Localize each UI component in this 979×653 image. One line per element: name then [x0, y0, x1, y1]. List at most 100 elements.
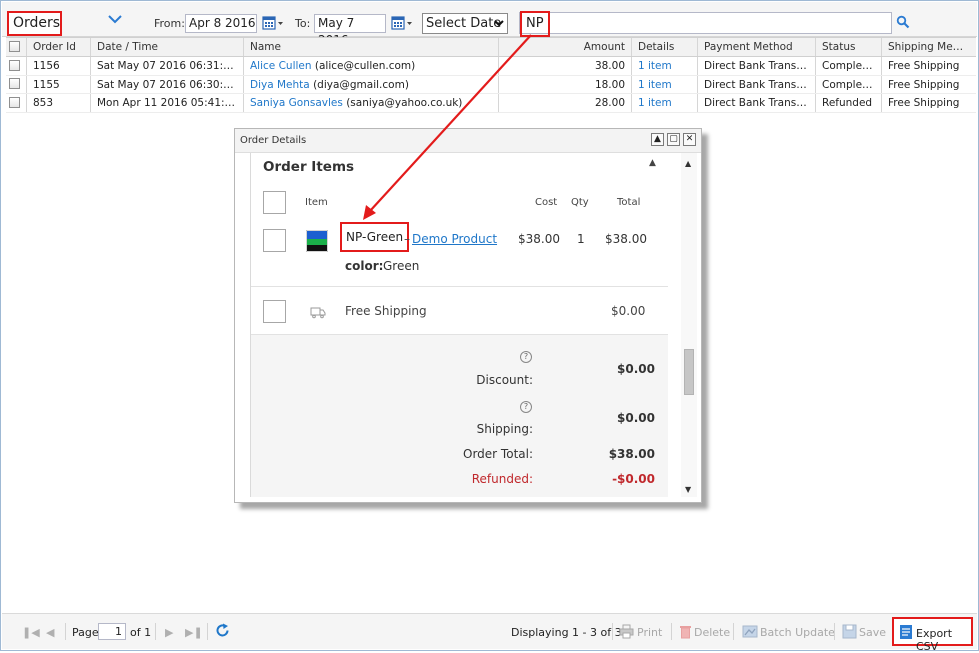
refresh-icon[interactable] — [215, 623, 230, 638]
orders-grid: Order Id Date / Time Name Amount Details… — [6, 37, 976, 113]
order-details-window: Order Details ▲ ▢ ✕ Order Items ▲ Item C… — [234, 128, 702, 503]
row-checkbox[interactable] — [6, 57, 27, 75]
table-row[interactable]: 853 Mon Apr 11 2016 05:41:59 ... Saniya … — [6, 94, 976, 113]
window-header[interactable]: Order Details ▲ ▢ ✕ — [235, 129, 701, 153]
refunded-value: -$0.00 — [612, 472, 655, 486]
col-shipping-method[interactable]: Shipping Met... — [882, 38, 970, 56]
table-row[interactable]: 1155 Sat May 07 2016 06:30:09 G... Diya … — [6, 75, 976, 94]
col-item: Item — [305, 197, 328, 208]
details-link[interactable]: 1 item — [638, 60, 672, 72]
shipping-row: Free Shipping $0.00 — [251, 287, 668, 335]
customer-link[interactable]: Alice Cullen — [250, 60, 312, 72]
item-qty: 1 — [577, 232, 585, 246]
last-page-icon[interactable]: ▶❚ — [185, 626, 203, 639]
page-number-input[interactable]: 1 — [98, 623, 126, 640]
col-date-time[interactable]: Date / Time — [91, 38, 244, 56]
to-label: To: — [295, 17, 311, 30]
separator — [733, 623, 734, 640]
close-window-icon[interactable]: ✕ — [683, 133, 696, 146]
col-cost: Cost — [535, 197, 558, 208]
shipping-checkbox[interactable] — [263, 300, 286, 323]
date-range-select[interactable]: Select Date — [422, 13, 508, 34]
print-icon[interactable] — [619, 624, 634, 639]
col-order-id[interactable]: Order Id — [27, 38, 91, 56]
col-qty: Qty — [571, 197, 589, 208]
order-details-body: Order Items ▲ Item Cost Qty Total NP-Gre… — [250, 153, 668, 497]
item-checkbox[interactable] — [263, 229, 286, 252]
displaying-count: Displaying 1 - 3 of 3 — [511, 626, 622, 639]
scroll-thumb[interactable] — [684, 349, 694, 395]
cell-order-id: 1155 — [27, 75, 91, 93]
trash-icon[interactable] — [679, 624, 692, 639]
from-date-field[interactable]: Apr 8 2016 — [185, 14, 257, 33]
scroll-down-icon[interactable]: ▼ — [685, 485, 691, 494]
customer-link[interactable]: Diya Mehta — [250, 79, 310, 91]
shipping-total-value: $0.00 — [617, 411, 655, 425]
cell-status: Completed — [816, 75, 882, 93]
product-thumbnail — [306, 230, 328, 252]
delete-button[interactable]: Delete — [694, 626, 730, 639]
shipping-total: $0.00 — [611, 304, 646, 318]
search-input[interactable]: NP — [519, 11, 892, 37]
item-meta-key: color: — [345, 259, 384, 273]
date-range-select-value: Select Date — [426, 16, 502, 31]
select-all-items-checkbox[interactable] — [263, 191, 286, 214]
table-row[interactable]: 1156 Sat May 07 2016 06:31:07 G... Alice… — [6, 57, 976, 76]
save-icon[interactable] — [842, 624, 857, 639]
discount-label: Discount: — [476, 373, 533, 387]
separator — [65, 623, 66, 640]
details-link[interactable]: 1 item — [638, 97, 672, 109]
col-amount[interactable]: Amount — [499, 38, 632, 56]
col-name[interactable]: Name — [244, 38, 499, 56]
to-date-field[interactable]: May 7 2016 — [314, 14, 386, 47]
print-button[interactable]: Print — [637, 626, 662, 639]
save-button[interactable]: Save — [859, 626, 886, 639]
batch-update-icon[interactable] — [742, 624, 758, 639]
select-all-checkbox[interactable] — [6, 38, 27, 56]
item-sku: NP-Green — [340, 222, 410, 252]
customer-link[interactable]: Saniya Gonsavles — [250, 97, 343, 109]
chevron-down-icon[interactable] — [106, 12, 124, 26]
select-caret-icon — [494, 20, 504, 27]
cell-name: Saniya Gonsavles (saniya@yahoo.co.uk) — [244, 94, 499, 112]
order-item-row: NP-Green – Demo Product $38.00 1 $38.00 … — [251, 221, 668, 287]
from-label: From: — [154, 17, 185, 30]
export-csv-button[interactable]: Export CSV — [892, 617, 973, 653]
item-separator: – — [404, 232, 410, 246]
details-link[interactable]: 1 item — [638, 79, 672, 91]
cell-name: Alice Cullen (alice@cullen.com) — [244, 57, 499, 75]
row-checkbox[interactable] — [6, 94, 27, 112]
calendar-from-icon[interactable] — [262, 14, 284, 32]
truck-icon — [310, 307, 326, 319]
customer-email: (saniya@yahoo.co.uk) — [346, 97, 463, 109]
cell-payment-method: Direct Bank Transfer — [698, 94, 816, 112]
row-checkbox[interactable] — [6, 75, 27, 93]
batch-update-button[interactable]: Batch Update — [760, 626, 835, 639]
cell-date-time: Sat May 07 2016 06:31:07 G... — [91, 57, 244, 75]
grid-header: Order Id Date / Time Name Amount Details… — [6, 37, 976, 57]
order-totals: ? Discount: $0.00 ? Shipping: $0.00 Orde… — [251, 335, 668, 497]
customer-email: (diya@gmail.com) — [313, 78, 409, 91]
cell-payment-method: Direct Bank Transfer — [698, 75, 816, 93]
collapse-window-icon[interactable]: ▲ — [651, 133, 664, 146]
col-payment-method[interactable]: Payment Method — [698, 38, 816, 56]
separator — [155, 623, 156, 640]
help-icon[interactable]: ? — [520, 401, 532, 413]
cell-name: Diya Mehta (diya@gmail.com) — [244, 75, 499, 93]
first-page-icon[interactable]: ❚◀ — [22, 626, 40, 639]
prev-page-icon[interactable]: ◀ — [46, 626, 54, 639]
next-page-icon[interactable]: ▶ — [165, 626, 173, 639]
separator — [612, 623, 613, 640]
help-icon[interactable]: ? — [520, 351, 532, 363]
search-icon[interactable] — [896, 15, 910, 29]
product-link[interactable]: Demo Product — [412, 232, 497, 246]
section-collapse-icon[interactable]: ▲ — [649, 158, 656, 168]
cell-details: 1 item — [632, 57, 698, 75]
page-of-label: of 1 — [130, 626, 152, 639]
window-scrollbar[interactable]: ▲ ▼ — [681, 153, 697, 497]
col-details[interactable]: Details — [632, 38, 698, 56]
col-status[interactable]: Status — [816, 38, 882, 56]
maximize-window-icon[interactable]: ▢ — [667, 133, 680, 146]
calendar-to-icon[interactable] — [391, 14, 413, 32]
scroll-up-icon[interactable]: ▲ — [685, 159, 691, 168]
